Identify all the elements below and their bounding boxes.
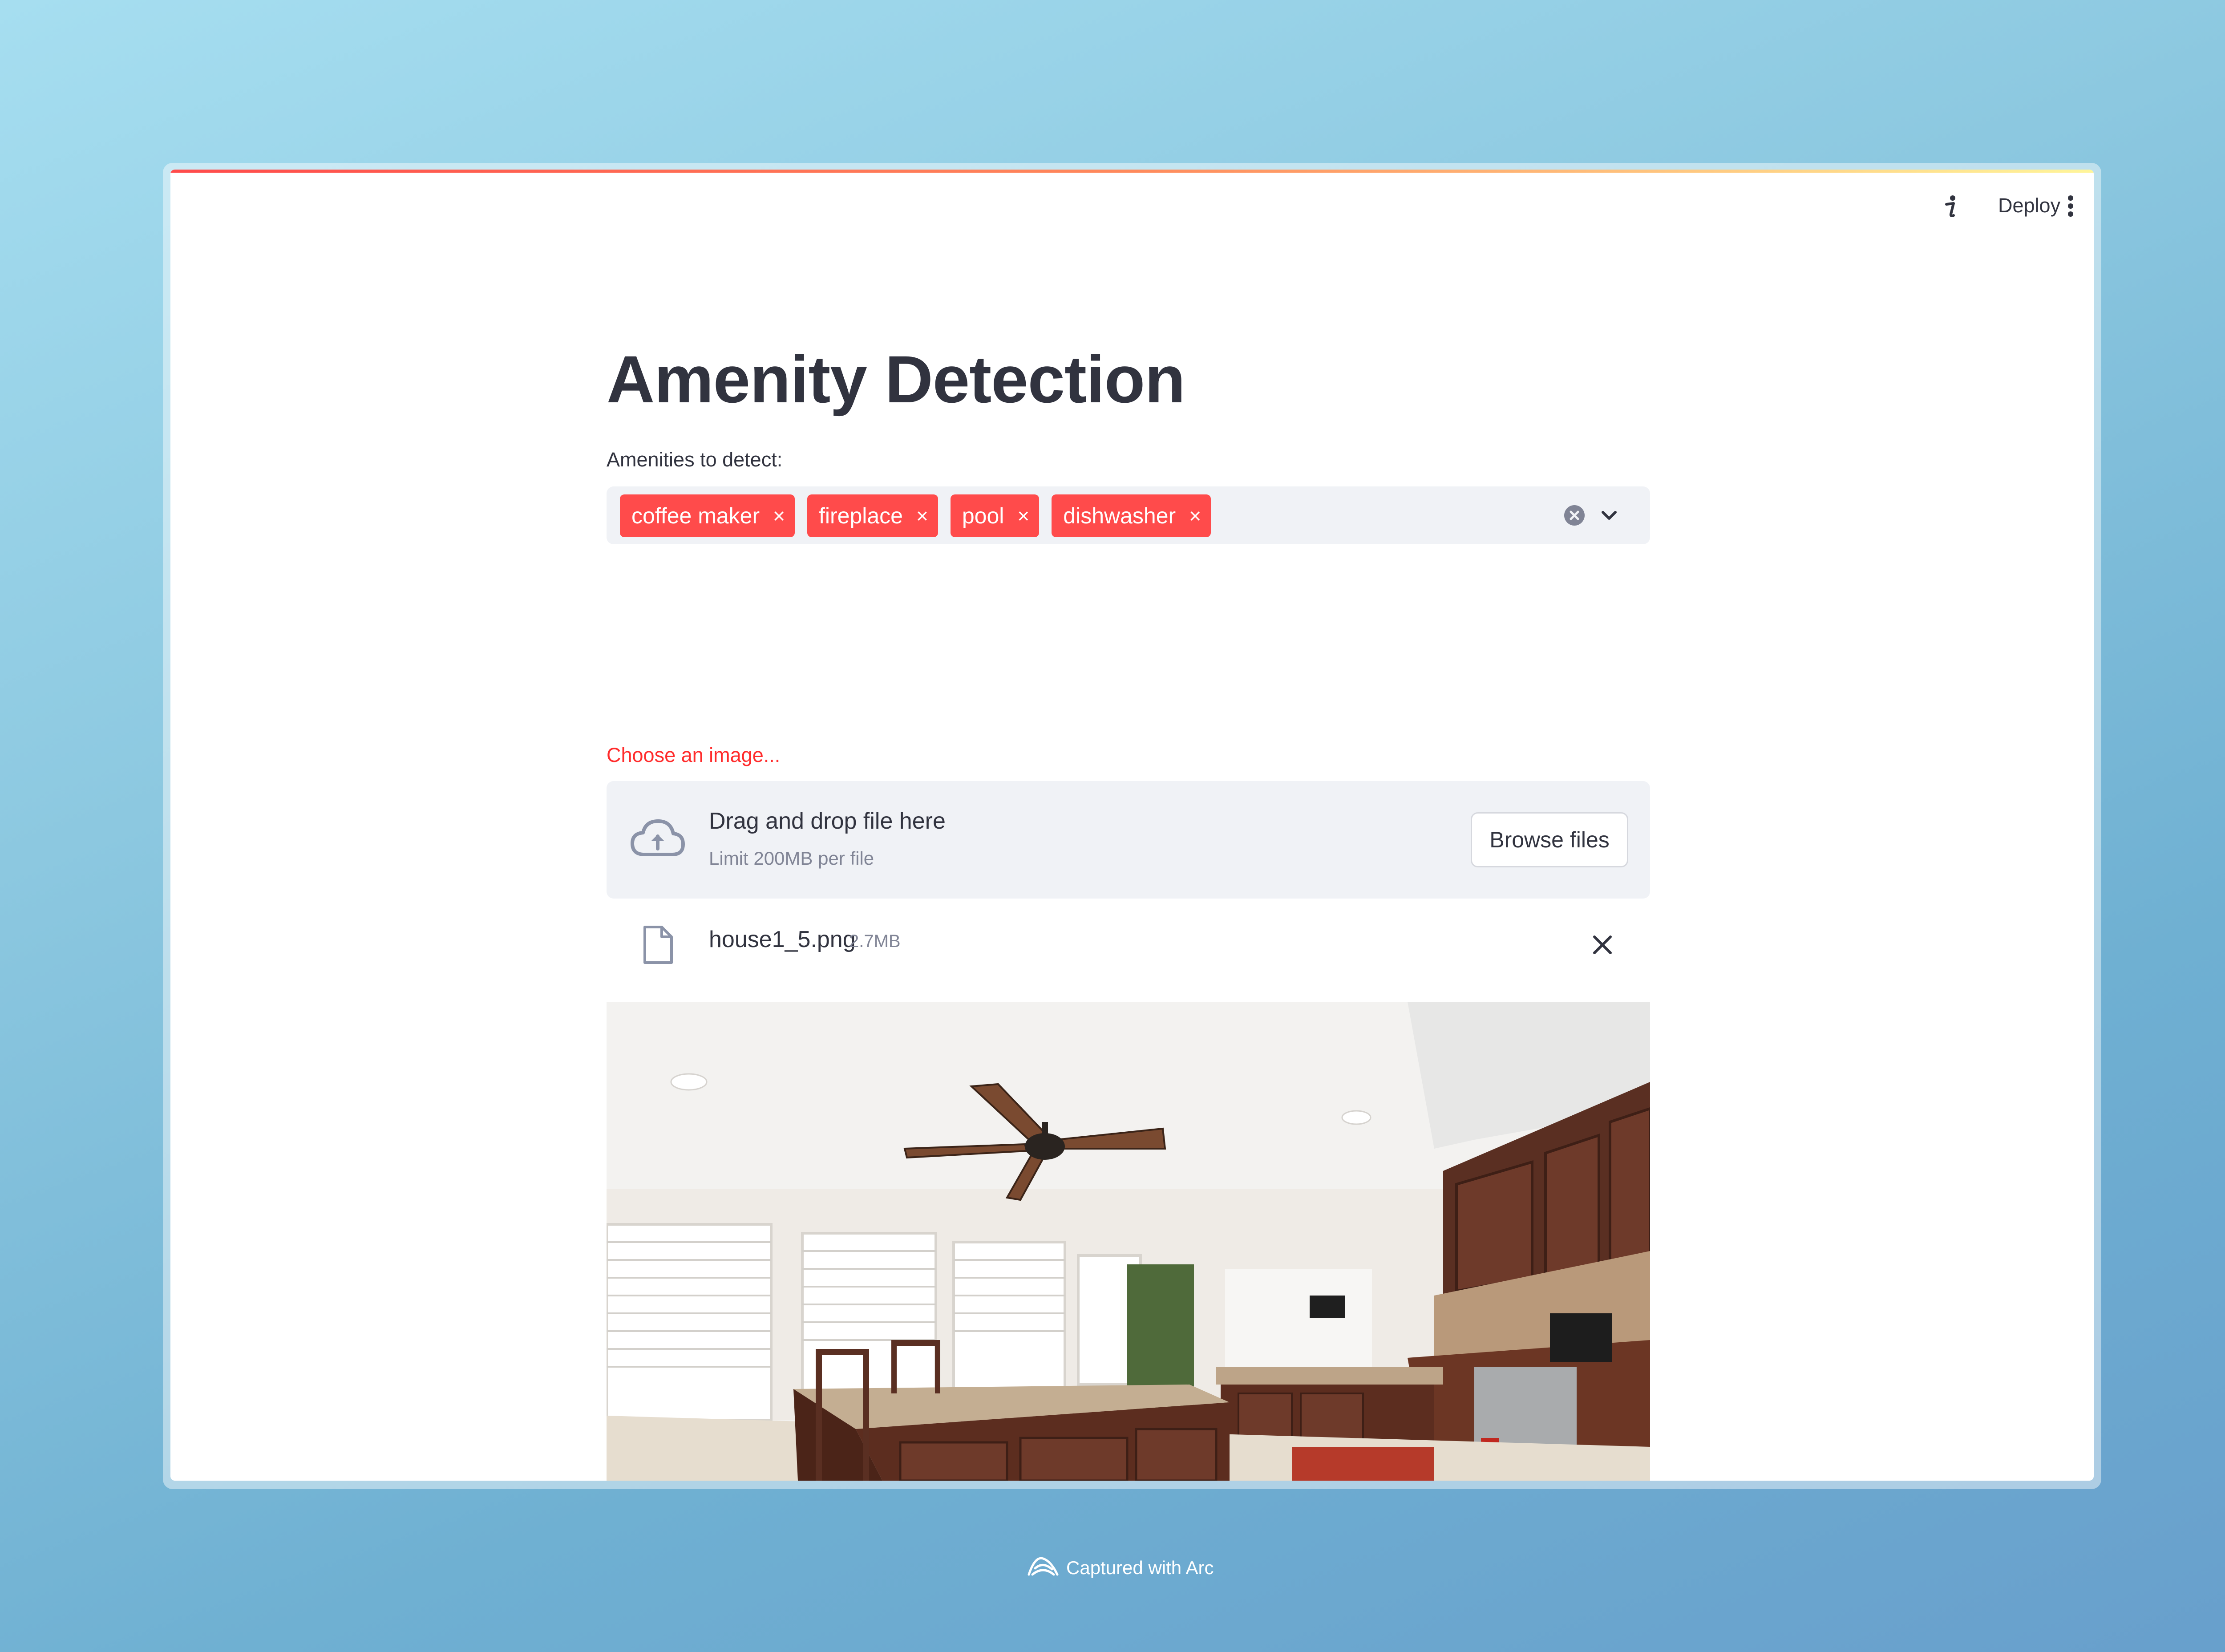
file-name: house1_5.png [709, 927, 856, 952]
chevron-down-icon[interactable] [1599, 505, 1619, 526]
deploy-button[interactable]: Deploy [1998, 192, 2060, 219]
dropzone-subtitle: Limit 200MB per file [709, 848, 874, 869]
uploader-label: Choose an image... [607, 744, 781, 766]
chip-remove-icon[interactable]: × [916, 506, 928, 526]
close-icon[interactable] [1590, 932, 1615, 957]
dropzone-title: Drag and drop file here [709, 808, 946, 834]
chip-coffee-maker: coffee maker × [620, 494, 795, 537]
kitchen-photo [607, 1002, 1650, 1481]
file-size: 2.7MB [849, 931, 901, 951]
chip-label: dishwasher [1063, 503, 1176, 528]
chip-dishwasher: dishwasher × [1052, 494, 1211, 537]
arc-logo-icon [1026, 1552, 1060, 1583]
chip-remove-icon[interactable]: × [773, 506, 785, 526]
chip-pool: pool × [950, 494, 1040, 537]
file-dropzone[interactable]: Drag and drop file here Limit 200MB per … [607, 781, 1650, 899]
arc-caption: Captured with Arc [1026, 1552, 1214, 1583]
kebab-menu-icon[interactable] [2062, 193, 2079, 219]
multiselect-label: Amenities to detect: [607, 448, 783, 471]
chip-remove-icon[interactable]: × [1017, 506, 1029, 526]
chip-label: pool [962, 503, 1004, 528]
browser-window: Deploy Amenity Detection Amenities to de… [170, 170, 2094, 1481]
uploaded-file-row: house1_5.png 2.7MB [607, 917, 1650, 971]
info-icon[interactable] [1940, 194, 1962, 220]
app-toolbar: Deploy [1827, 186, 2094, 226]
selected-chips: coffee maker × fireplace × pool × dishwa… [620, 494, 1211, 537]
amenities-multiselect[interactable]: coffee maker × fireplace × pool × dishwa… [607, 486, 1650, 544]
chip-label: fireplace [819, 503, 903, 528]
chip-fireplace: fireplace × [807, 494, 938, 537]
chip-label: coffee maker [631, 503, 760, 528]
chip-remove-icon[interactable]: × [1189, 506, 1201, 526]
cloud-upload-icon [629, 817, 687, 861]
top-decoration-bar [170, 170, 2094, 173]
caption-text: Captured with Arc [1066, 1557, 1214, 1578]
browse-files-button[interactable]: Browse files [1471, 812, 1628, 867]
document-icon [642, 925, 674, 964]
page-title: Amenity Detection [607, 342, 1185, 417]
clear-circle-icon[interactable] [1563, 504, 1586, 526]
